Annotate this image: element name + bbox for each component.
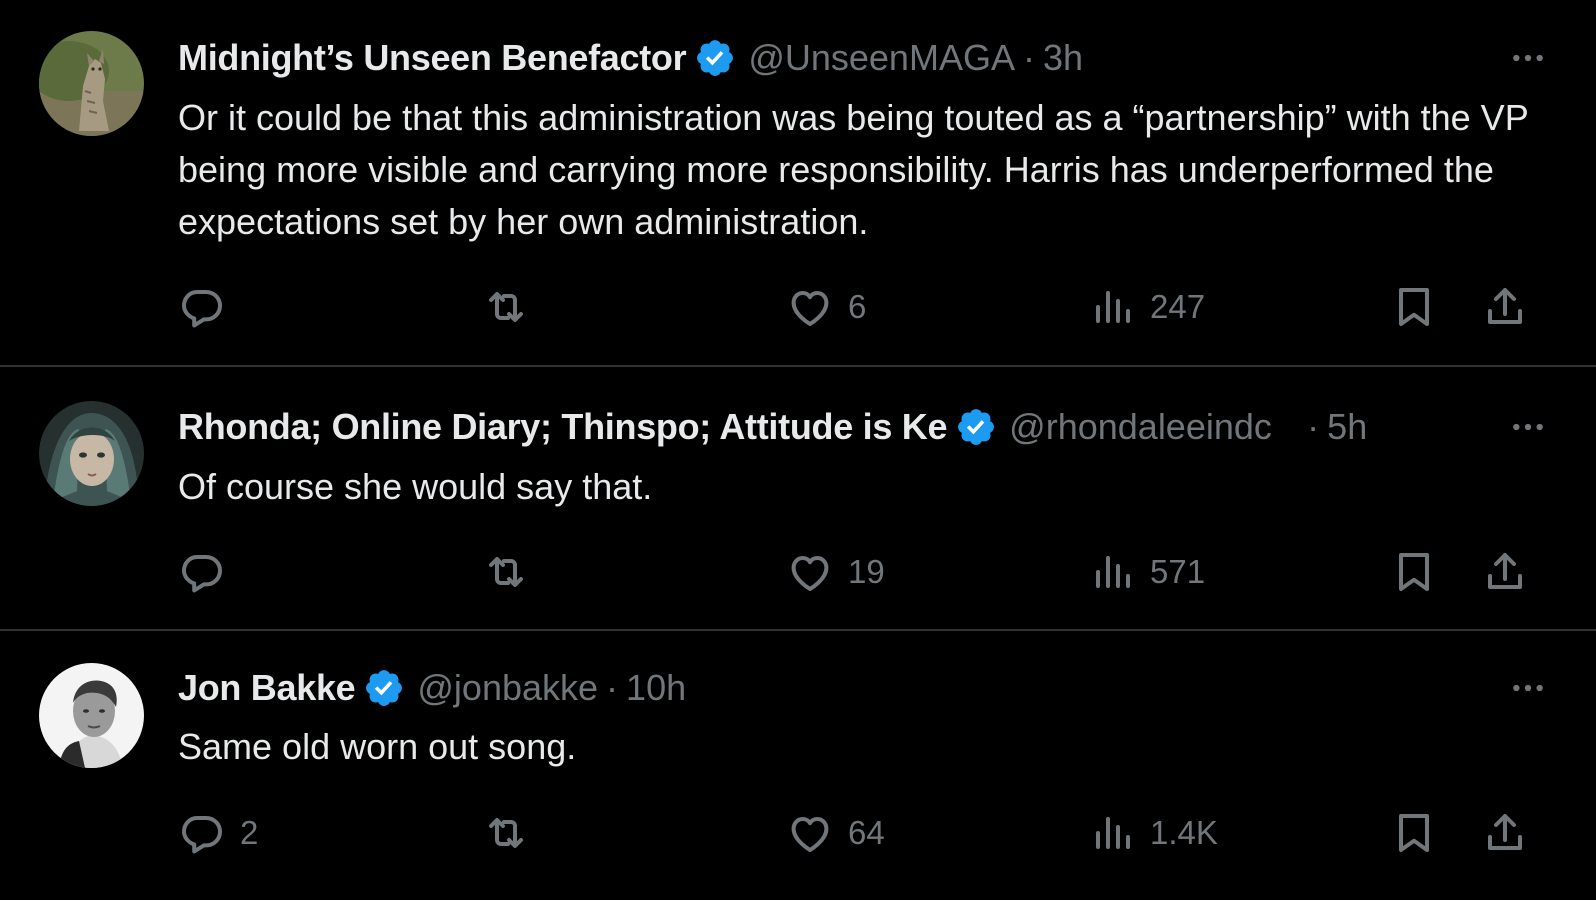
tweet-header: Rhonda; Online Diary; Thinspo; Attitude … — [178, 402, 1367, 452]
cat-avatar-image — [39, 31, 144, 136]
like-button[interactable]: 19 — [786, 547, 885, 597]
share-button[interactable] — [1481, 808, 1529, 858]
share-icon — [1488, 553, 1522, 589]
views-button[interactable]: 571 — [1088, 547, 1205, 597]
display-name[interactable]: Midnight’s Unseen Benefactor — [178, 37, 687, 79]
share-button[interactable] — [1481, 547, 1529, 597]
views-button[interactable]: 247 — [1088, 282, 1205, 332]
action-bar: 19 571 — [0, 547, 1596, 597]
views-button[interactable]: 1.4K — [1088, 808, 1218, 858]
more-dots-icon[interactable] — [1508, 38, 1548, 78]
reply-button[interactable] — [178, 282, 240, 332]
like-count: 64 — [848, 814, 885, 851]
retweet-icon — [489, 557, 523, 587]
share-icon — [1488, 288, 1522, 324]
bookmark-icon — [1399, 814, 1429, 852]
reply-button[interactable] — [178, 547, 240, 597]
display-name[interactable]: Jon Bakke — [178, 667, 356, 709]
views-icon — [1096, 817, 1130, 849]
more-dots-icon[interactable] — [1508, 407, 1548, 447]
timestamp[interactable]: 3h — [1043, 37, 1083, 79]
bookmark-icon — [1399, 553, 1429, 591]
action-bar: 2 64 1.4K — [0, 808, 1596, 858]
views-count: 1.4K — [1150, 814, 1218, 851]
bookmark-icon — [1399, 288, 1429, 326]
retweet-icon — [489, 818, 523, 848]
retweet-button[interactable] — [482, 282, 530, 332]
like-count: 19 — [848, 553, 885, 590]
tweet-header: Midnight’s Unseen Benefactor @UnseenMAGA… — [178, 33, 1083, 83]
bookmark-button[interactable] — [1390, 547, 1438, 597]
separator: · — [606, 667, 619, 708]
reply-icon — [182, 290, 222, 328]
avatar[interactable] — [39, 31, 144, 136]
handle[interactable]: @rhondaleeindc — [1009, 406, 1299, 448]
share-button[interactable] — [1481, 282, 1529, 332]
tweet[interactable]: Rhonda; Online Diary; Thinspo; Attitude … — [0, 367, 1596, 629]
tweet-text: Or it could be that this administration … — [178, 97, 1529, 242]
bookmark-button[interactable] — [1390, 808, 1438, 858]
action-bar: 6 247 — [0, 282, 1596, 332]
verified-badge-icon — [955, 406, 997, 448]
heart-icon — [791, 291, 829, 326]
reply-count: 2 — [240, 814, 259, 851]
man-photo-avatar-image — [39, 663, 144, 768]
tweet[interactable]: Midnight’s Unseen Benefactor @UnseenMAGA… — [0, 0, 1596, 365]
avatar[interactable] — [39, 401, 144, 506]
heart-icon — [791, 556, 829, 591]
bookmark-button[interactable] — [1390, 282, 1438, 332]
display-name[interactable]: Rhonda; Online Diary; Thinspo; Attitude … — [178, 406, 947, 448]
tweet[interactable]: Jon Bakke @jonbakke · 10h Same old worn … — [0, 631, 1596, 900]
painted-face-avatar-image — [39, 401, 144, 506]
verified-badge-icon — [694, 37, 736, 79]
retweet-icon — [489, 292, 523, 322]
handle[interactable]: @UnseenMAGA — [748, 37, 1015, 79]
like-count: 6 — [848, 288, 867, 325]
share-icon — [1488, 814, 1522, 850]
handle[interactable]: @jonbakke — [417, 667, 598, 709]
separator: · — [1022, 37, 1035, 78]
like-button[interactable]: 64 — [786, 808, 885, 858]
views-count: 247 — [1150, 288, 1206, 325]
tweet-text: Same old worn out song. — [178, 726, 577, 767]
verified-badge-icon — [363, 667, 405, 709]
retweet-button[interactable] — [482, 547, 530, 597]
more-dots-icon[interactable] — [1508, 668, 1548, 708]
avatar[interactable] — [39, 663, 144, 768]
views-icon — [1096, 291, 1130, 323]
timestamp[interactable]: 5h — [1327, 406, 1367, 448]
separator: · — [1307, 406, 1320, 447]
reply-button[interactable]: 2 — [178, 808, 258, 858]
views-icon — [1096, 556, 1130, 588]
tweet-header: Jon Bakke @jonbakke · 10h — [178, 663, 686, 713]
retweet-button[interactable] — [482, 808, 530, 858]
reply-icon — [182, 816, 222, 854]
views-count: 571 — [1150, 553, 1206, 590]
timestamp[interactable]: 10h — [626, 667, 686, 709]
heart-icon — [791, 817, 829, 852]
tweet-text: Of course she would say that. — [178, 466, 653, 507]
like-button[interactable]: 6 — [786, 282, 866, 332]
reply-icon — [182, 555, 222, 593]
